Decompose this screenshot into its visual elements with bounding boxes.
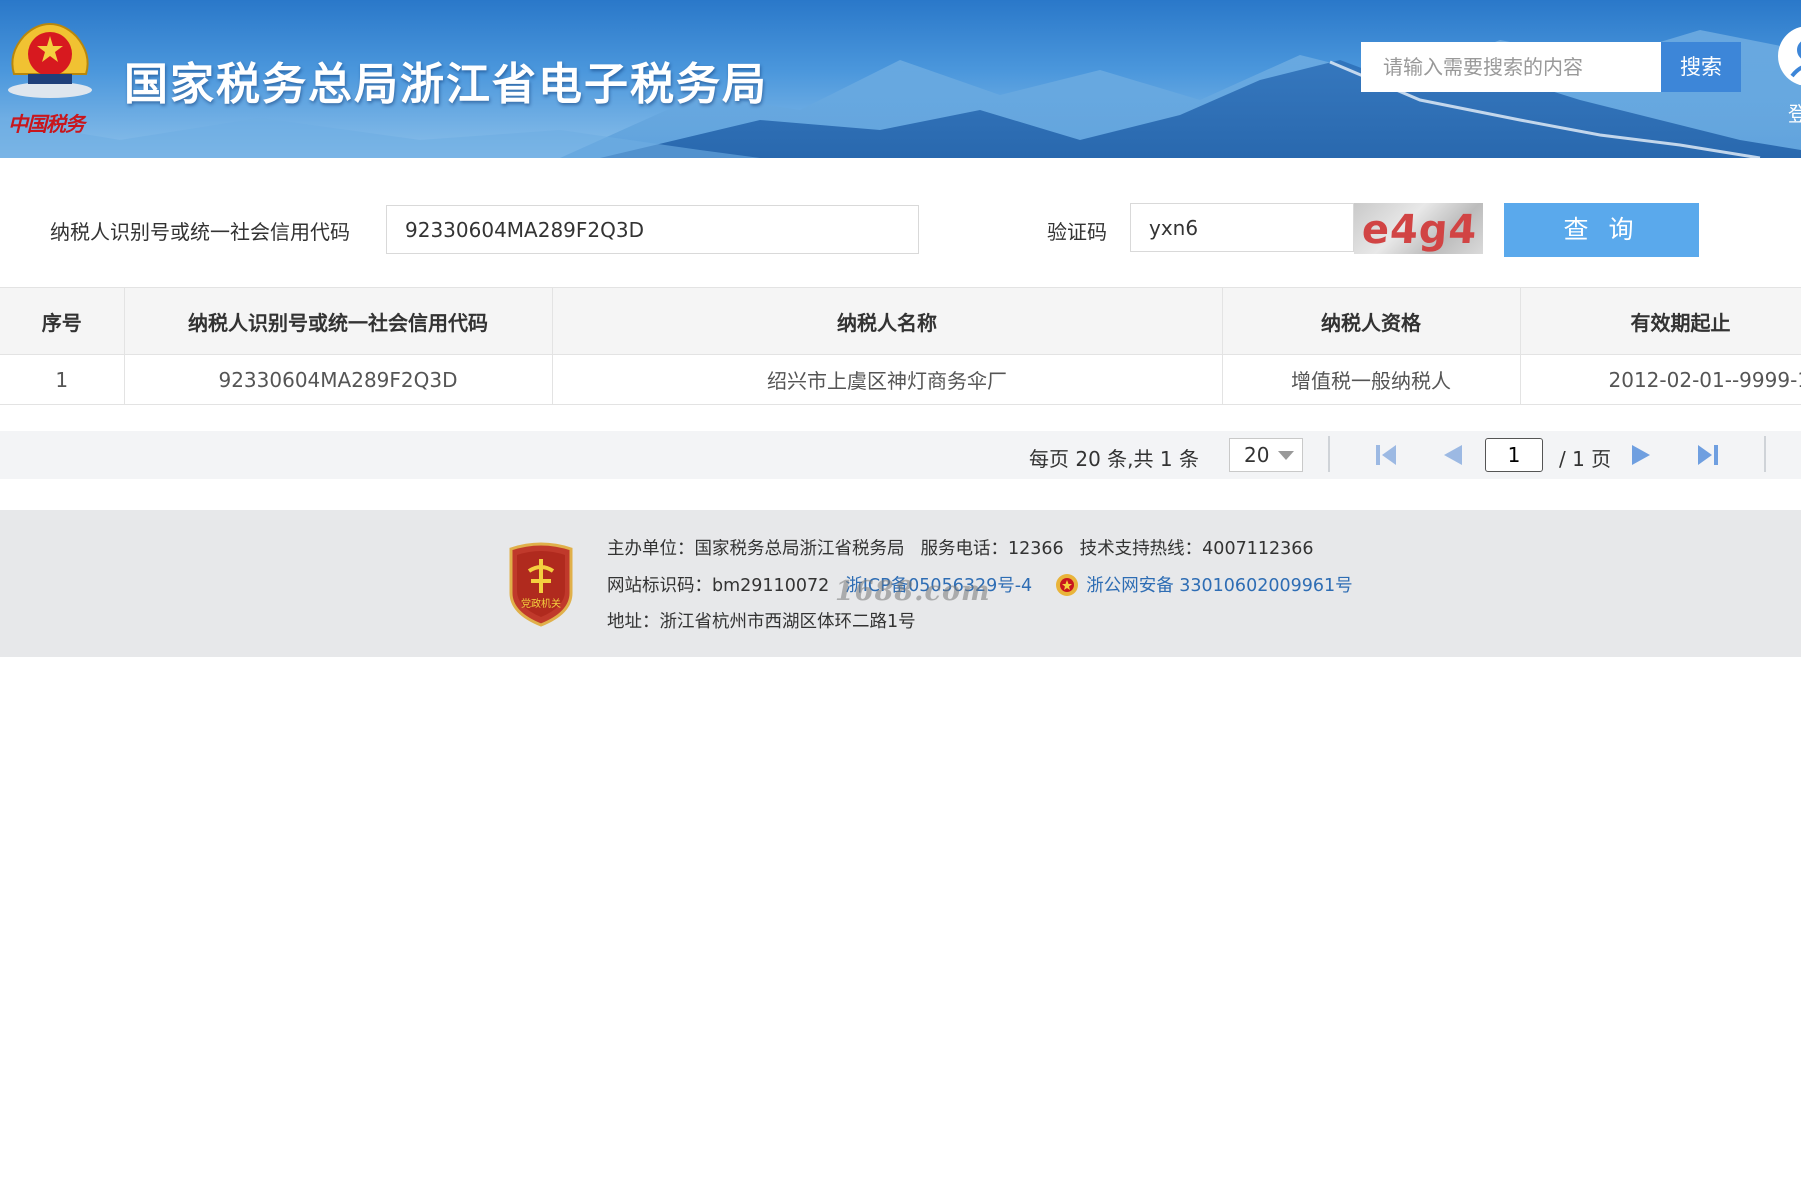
captcha-input[interactable] (1130, 203, 1354, 252)
footer-line-1: 主办单位：国家税务总局浙江省税务局 服务电话：12366 技术支持热线：400711… (607, 535, 1314, 560)
police-record-link[interactable]: 浙公网安备 33010602009961号 (1086, 576, 1352, 596)
footer-sponsor: 主办单位：国家税务总局浙江省税务局 (607, 539, 905, 559)
prev-page-icon[interactable] (1440, 443, 1466, 467)
captcha-label: 验证码 (1047, 220, 1107, 244)
table-header-row: 序号 纳税人识别号或统一社会信用代码 纳税人名称 纳税人资格 有效期起止 (0, 287, 1801, 355)
china-tax-calligraphy: 中国税务 (8, 112, 85, 136)
current-page-input[interactable] (1485, 438, 1543, 472)
footer-support-hotline: 技术支持热线：4007112366 (1079, 539, 1314, 559)
next-page-icon[interactable] (1628, 443, 1654, 467)
pager-divider (1328, 436, 1330, 472)
login-link[interactable]: 登 (1788, 98, 1801, 127)
page-size-select[interactable]: 20 (1229, 438, 1303, 472)
police-badge-icon (1056, 574, 1079, 596)
cell-taxpayer-id: 92330604MA289F2Q3D (124, 354, 553, 405)
cell-validity: 2012-02-01--9999-12-31 (1520, 354, 1801, 405)
column-header-validity: 有效期起止 (1520, 287, 1801, 355)
site-header: 中国税务 国家税务总局浙江省电子税务局 搜索 登 (0, 0, 1801, 158)
cell-qualification: 增值税一般纳税人 (1222, 354, 1521, 405)
site-title: 国家税务总局浙江省电子税务局 (124, 59, 768, 110)
taxpayer-id-input[interactable] (386, 205, 919, 254)
pagination-bar: 每页 20 条,共 1 条 20 / 1 页 (0, 431, 1801, 479)
site-search-button[interactable]: 搜索 (1661, 42, 1741, 92)
captcha-image[interactable]: e4g4 (1354, 203, 1483, 254)
column-header-taxpayer-name: 纳税人名称 (552, 287, 1223, 355)
results-table: 序号 纳税人识别号或统一社会信用代码 纳税人名称 纳税人资格 有效期起止 1 9… (0, 287, 1801, 405)
footer-address: 地址：浙江省杭州市西湖区体环二路1号 (607, 612, 916, 632)
first-page-icon[interactable] (1374, 443, 1400, 467)
query-button[interactable]: 查 询 (1504, 203, 1699, 257)
party-government-badge-icon[interactable]: 党政机关 (505, 541, 577, 627)
site-footer: 党政机关 主办单位：国家税务总局浙江省税务局 服务电话：12366 技术支持热线：4… (0, 510, 1801, 657)
party-badge-text: 党政机关 (521, 597, 561, 610)
footer-site-id: 网站标识码：bm29110072 (607, 576, 830, 596)
footer-service-phone: 服务电话：12366 (920, 539, 1064, 559)
captcha-image-text: e4g4 (1360, 207, 1480, 253)
site-search-input[interactable] (1361, 42, 1661, 92)
national-emblem-icon (8, 22, 92, 98)
column-header-taxpayer-id: 纳税人识别号或统一社会信用代码 (124, 287, 553, 355)
last-page-icon[interactable] (1694, 443, 1720, 467)
page-size-value: 20 (1244, 443, 1270, 467)
total-pages: / 1 页 (1559, 447, 1612, 471)
user-login-icon[interactable] (1774, 22, 1801, 92)
cell-index: 1 (0, 354, 125, 405)
pager-divider (1764, 436, 1766, 472)
watermark-text: 1688.com (835, 576, 991, 607)
column-header-index: 序号 (0, 287, 125, 355)
column-header-qualification: 纳税人资格 (1222, 287, 1521, 355)
chevron-down-icon (1278, 451, 1294, 460)
taxpayer-id-label: 纳税人识别号或统一社会信用代码 (50, 220, 350, 244)
cell-taxpayer-name: 绍兴市上虞区神灯商务伞厂 (552, 354, 1223, 405)
table-row: 1 92330604MA289F2Q3D 绍兴市上虞区神灯商务伞厂 增值税一般纳… (0, 354, 1801, 405)
pagination-summary: 每页 20 条,共 1 条 (1029, 447, 1199, 471)
